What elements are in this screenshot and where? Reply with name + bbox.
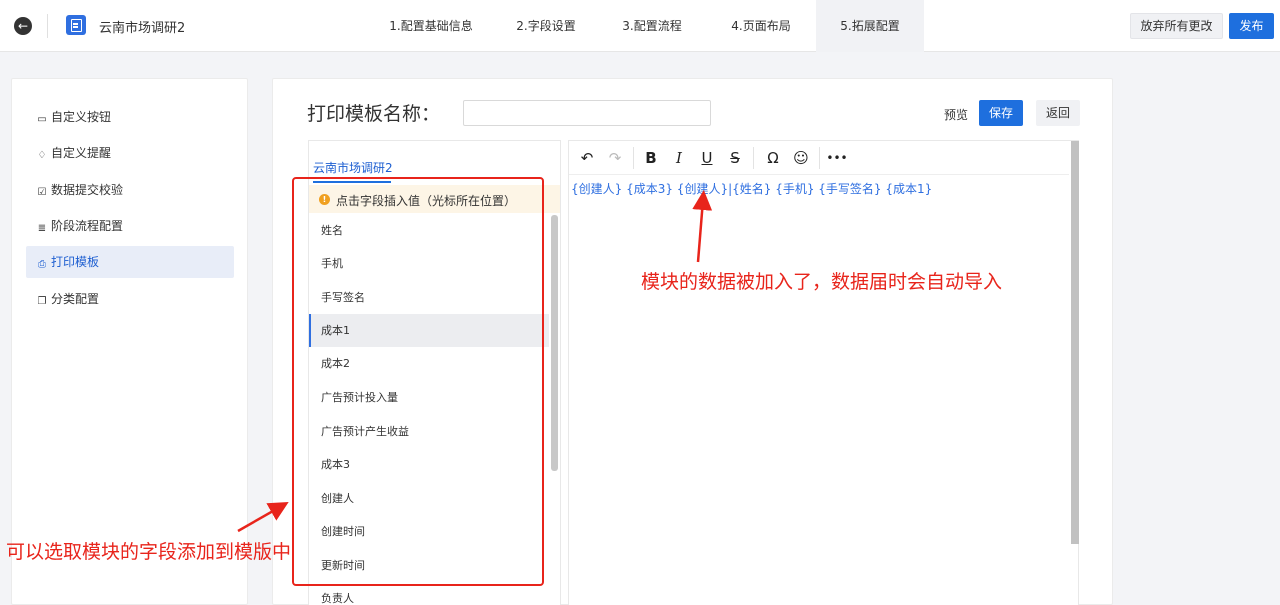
- toolbar-separator: [633, 147, 634, 169]
- tab-step-2[interactable]: 2.字段设置: [494, 0, 598, 52]
- app-form-icon: [66, 15, 86, 35]
- annotation-text-right: 模块的数据被加入了，数据届时会自动导入: [641, 271, 1003, 293]
- template-name-input[interactable]: [463, 100, 711, 126]
- toolbar-separator: [753, 147, 754, 169]
- publish-button[interactable]: 发布: [1229, 13, 1274, 39]
- annotation-text-left: 可以选取模块的字段添加到模版中: [6, 541, 292, 563]
- undo-icon[interactable]: ↶: [576, 147, 598, 169]
- sidebar-item-custom-button[interactable]: ▭ 自定义按钮: [26, 101, 234, 133]
- emoji-icon[interactable]: ☺: [790, 147, 812, 169]
- sidebar-item-submit-validation[interactable]: ☑ 数据提交校验: [26, 174, 234, 206]
- rich-text-editor: ↶ ↷ B I U S Ω ☺ ••• {创建人} {成本3} {创建人}|{姓…: [568, 140, 1079, 605]
- save-button[interactable]: 保存: [979, 100, 1023, 126]
- tab-module-fields[interactable]: 云南市场调研2: [313, 159, 393, 176]
- check-icon: ☑: [37, 187, 47, 198]
- template-name-label: 打印模板名称：: [307, 103, 441, 125]
- sidebar-item-category-config[interactable]: ❐ 分类配置: [26, 283, 234, 315]
- redo-icon[interactable]: ↷: [604, 147, 626, 169]
- flow-icon: ≣: [37, 223, 47, 234]
- header-divider: [47, 14, 48, 38]
- omega-icon[interactable]: Ω: [762, 147, 784, 169]
- preview-link[interactable]: 预览: [944, 106, 968, 123]
- top-header: ← 云南市场调研2 1.配置基础信息 2.字段设置 3.配置流程 4.页面布局 …: [0, 0, 1280, 52]
- category-icon: ❐: [37, 296, 47, 307]
- sidebar-item-stage-flow[interactable]: ≣ 阶段流程配置: [26, 210, 234, 242]
- annotation-highlight-box: [292, 177, 544, 586]
- app-title: 云南市场调研2: [99, 21, 186, 36]
- bell-icon: ♢: [37, 150, 47, 161]
- more-icon[interactable]: •••: [826, 147, 848, 169]
- editor-toolbar: ↶ ↷ B I U S Ω ☺ •••: [569, 141, 1069, 175]
- strikethrough-icon[interactable]: S: [724, 147, 746, 169]
- sidebar-item-print-template[interactable]: ⎙ 打印模板: [26, 246, 234, 278]
- field-list-scrollbar[interactable]: [551, 215, 558, 471]
- italic-icon[interactable]: I: [668, 147, 690, 169]
- step-tabs: 1.配置基础信息 2.字段设置 3.配置流程 4.页面布局 5.拓展配置: [368, 0, 924, 52]
- config-sidebar: ▭ 自定义按钮 ♢ 自定义提醒 ☑ 数据提交校验 ≣ 阶段流程配置 ⎙ 打印模板 ❐ 分类配…: [11, 78, 248, 605]
- back-arrow-icon[interactable]: ←: [14, 17, 32, 35]
- sidebar-item-label: 数据提交校验: [51, 183, 124, 197]
- printer-icon: ⎙: [38, 259, 46, 270]
- sidebar-item-label: 分类配置: [51, 292, 100, 306]
- sidebar-item-label: 自定义提醒: [51, 146, 112, 160]
- sidebar-item-label: 打印模板: [51, 255, 100, 269]
- tab-step-5[interactable]: 5.拓展配置: [816, 0, 924, 52]
- sidebar-item-label: 阶段流程配置: [51, 219, 124, 233]
- discard-changes-button[interactable]: 放弃所有更改: [1130, 13, 1223, 39]
- button-icon: ▭: [37, 114, 47, 125]
- tab-step-4[interactable]: 4.页面布局: [706, 0, 816, 52]
- toolbar-separator: [819, 147, 820, 169]
- tab-step-1[interactable]: 1.配置基础信息: [368, 0, 494, 52]
- editor-scrollbar[interactable]: [1071, 141, 1079, 544]
- sidebar-item-label: 自定义按钮: [51, 110, 112, 124]
- sidebar-item-custom-reminder[interactable]: ♢ 自定义提醒: [26, 137, 234, 169]
- tab-step-3[interactable]: 3.配置流程: [598, 0, 706, 52]
- underline-icon[interactable]: U: [696, 147, 718, 169]
- editor-content[interactable]: {创建人} {成本3} {创建人}|{姓名} {手机} {手写签名} {成本1}: [571, 180, 932, 197]
- bold-icon[interactable]: B: [640, 147, 662, 169]
- return-button[interactable]: 返回: [1036, 100, 1080, 126]
